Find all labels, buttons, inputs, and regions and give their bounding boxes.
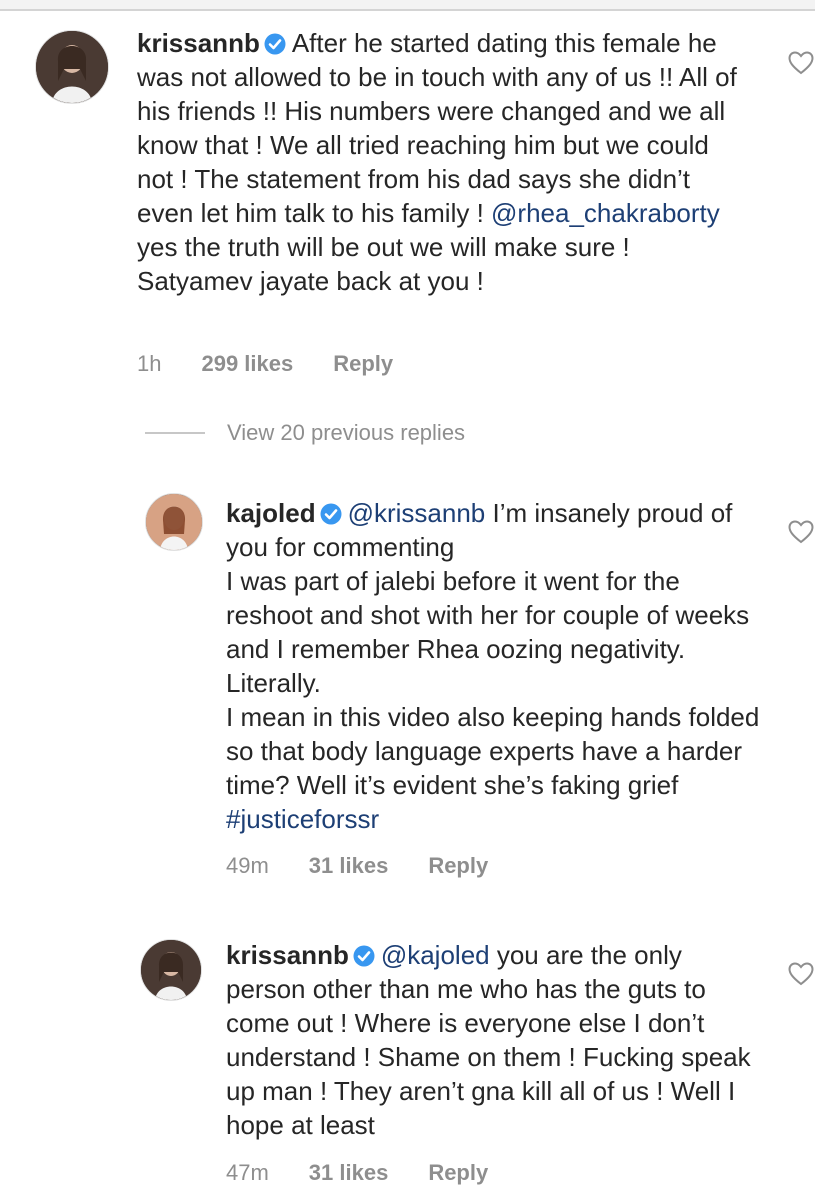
likes-count[interactable]: 31 likes [309, 1160, 389, 1186]
comment-meta: 49m 31 likes Reply [226, 853, 488, 879]
username[interactable]: kajoled [226, 498, 316, 528]
comment-text: I mean in this video also keeping hands … [226, 702, 760, 800]
heart-icon[interactable] [788, 520, 814, 544]
timestamp: 1h [137, 351, 162, 376]
comment-text: yes the truth will be out we will make s… [137, 232, 630, 296]
mention-link[interactable]: @rhea_chakraborty [491, 198, 720, 228]
top-divider [0, 0, 815, 11]
avatar[interactable] [140, 939, 202, 1001]
heart-icon[interactable] [788, 962, 814, 986]
username[interactable]: krissannb [226, 940, 349, 970]
mention-link[interactable]: @krissannb [348, 498, 486, 528]
timestamp: 47m [226, 1160, 269, 1185]
verified-badge-icon [353, 945, 375, 967]
hashtag-link[interactable]: #justiceforssr [226, 804, 379, 834]
comment-body: krissannb @kajoled you are the only perso… [226, 938, 766, 1142]
comment-text: I was part of jalebi before it went for … [226, 566, 750, 698]
avatar[interactable] [145, 493, 203, 551]
view-replies-label: View 20 previous replies [227, 420, 466, 445]
view-replies-button[interactable]: View 20 previous replies [145, 420, 465, 446]
comment-meta: 1h 299 likes Reply [137, 351, 393, 377]
verified-badge-icon [264, 33, 286, 55]
reply-button[interactable]: Reply [333, 351, 393, 377]
reply-button[interactable]: Reply [428, 1160, 488, 1186]
heart-icon[interactable] [788, 51, 814, 75]
likes-count[interactable]: 299 likes [201, 351, 293, 377]
avatar[interactable] [35, 30, 109, 104]
reply-button[interactable]: Reply [428, 853, 488, 879]
comment-body: krissannb After he started dating this fe… [137, 26, 737, 298]
comment-body: kajoled @krissannb I’m insanely proud of … [226, 496, 766, 836]
username[interactable]: krissannb [137, 28, 260, 58]
verified-badge-icon [320, 503, 342, 525]
likes-count[interactable]: 31 likes [309, 853, 389, 879]
mention-link[interactable]: @kajoled [381, 940, 490, 970]
replies-divider [145, 432, 205, 434]
comment-meta: 47m 31 likes Reply [226, 1160, 488, 1186]
comment-text: you are the only person other than me wh… [226, 940, 751, 1140]
timestamp: 49m [226, 853, 269, 878]
